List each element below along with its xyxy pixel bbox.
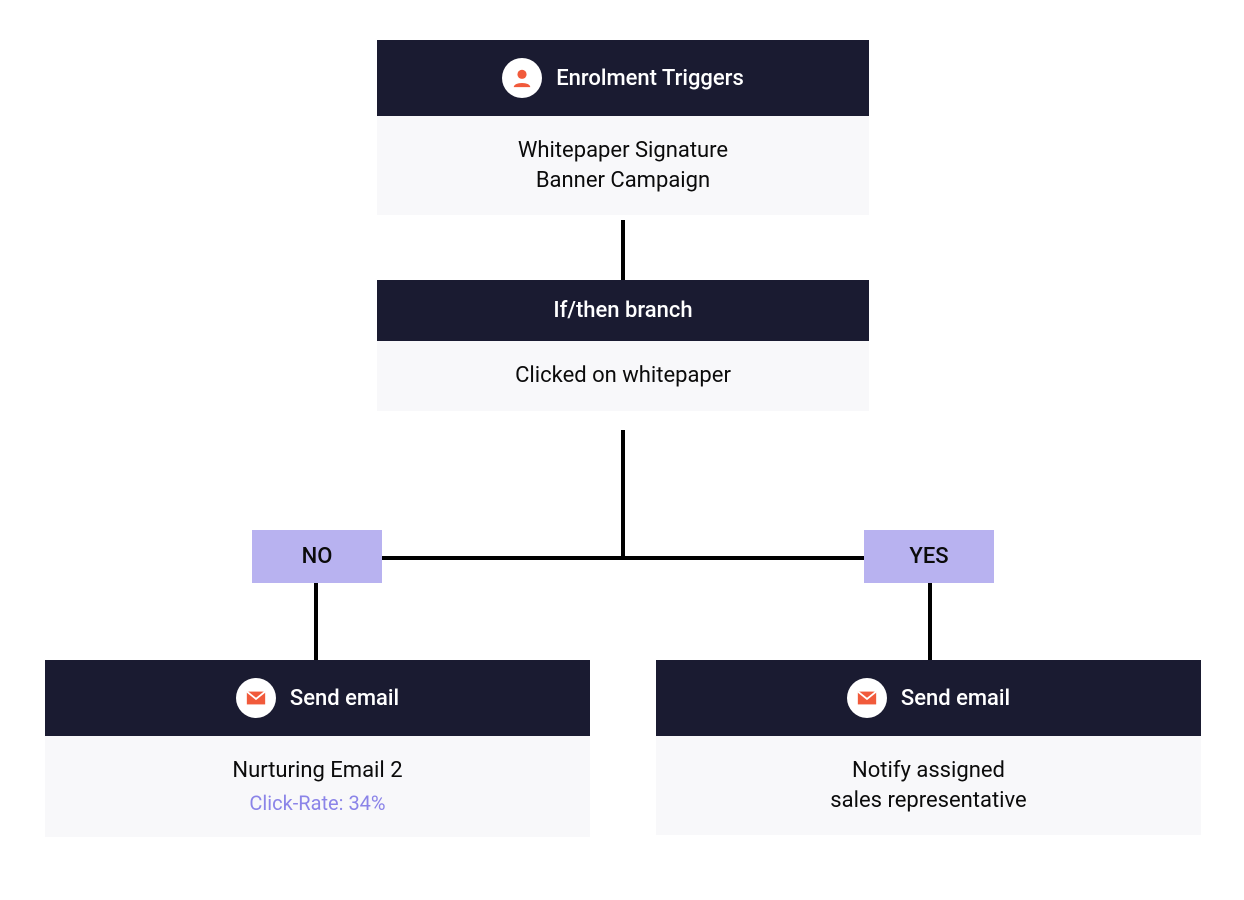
email-icon [236,678,276,718]
person-icon [502,58,542,98]
node-body-line: Notify assigned [676,756,1181,786]
branch-yes-label: YES [864,530,994,583]
node-body: Clicked on whitepaper [377,341,869,411]
email-icon [847,678,887,718]
node-header: If/then branch [377,280,869,341]
node-header: Enrolment Triggers [377,40,869,116]
node-header: Send email [656,660,1201,736]
node-body-line: Whitepaper Signature [397,136,849,166]
connector-line [621,220,625,280]
pill-text: YES [909,544,948,569]
branch-no-label: NO [252,530,382,583]
node-body-line: Nurturing Email 2 [65,756,570,786]
node-title: Enrolment Triggers [556,66,744,91]
connector-line [621,430,625,560]
send-email-no-node: Send email Nurturing Email 2 Click-Rate:… [45,660,590,837]
node-body: Whitepaper Signature Banner Campaign [377,116,869,215]
node-title: Send email [290,686,399,711]
node-body: Nurturing Email 2 Click-Rate: 34% [45,736,590,837]
connector-line [314,556,932,560]
node-body-line: Banner Campaign [397,166,849,196]
node-body-line: sales representative [676,786,1181,816]
node-header: Send email [45,660,590,736]
node-body: Notify assigned sales representative [656,736,1201,835]
node-title: If/then branch [553,298,692,323]
enrolment-triggers-node: Enrolment Triggers Whitepaper Signature … [377,40,869,215]
if-then-branch-node: If/then branch Clicked on whitepaper [377,280,869,411]
node-body-line: Clicked on whitepaper [397,361,849,391]
click-rate-metric: Click-Rate: 34% [65,790,570,817]
pill-text: NO [302,544,333,569]
send-email-yes-node: Send email Notify assigned sales represe… [656,660,1201,835]
node-title: Send email [901,686,1010,711]
